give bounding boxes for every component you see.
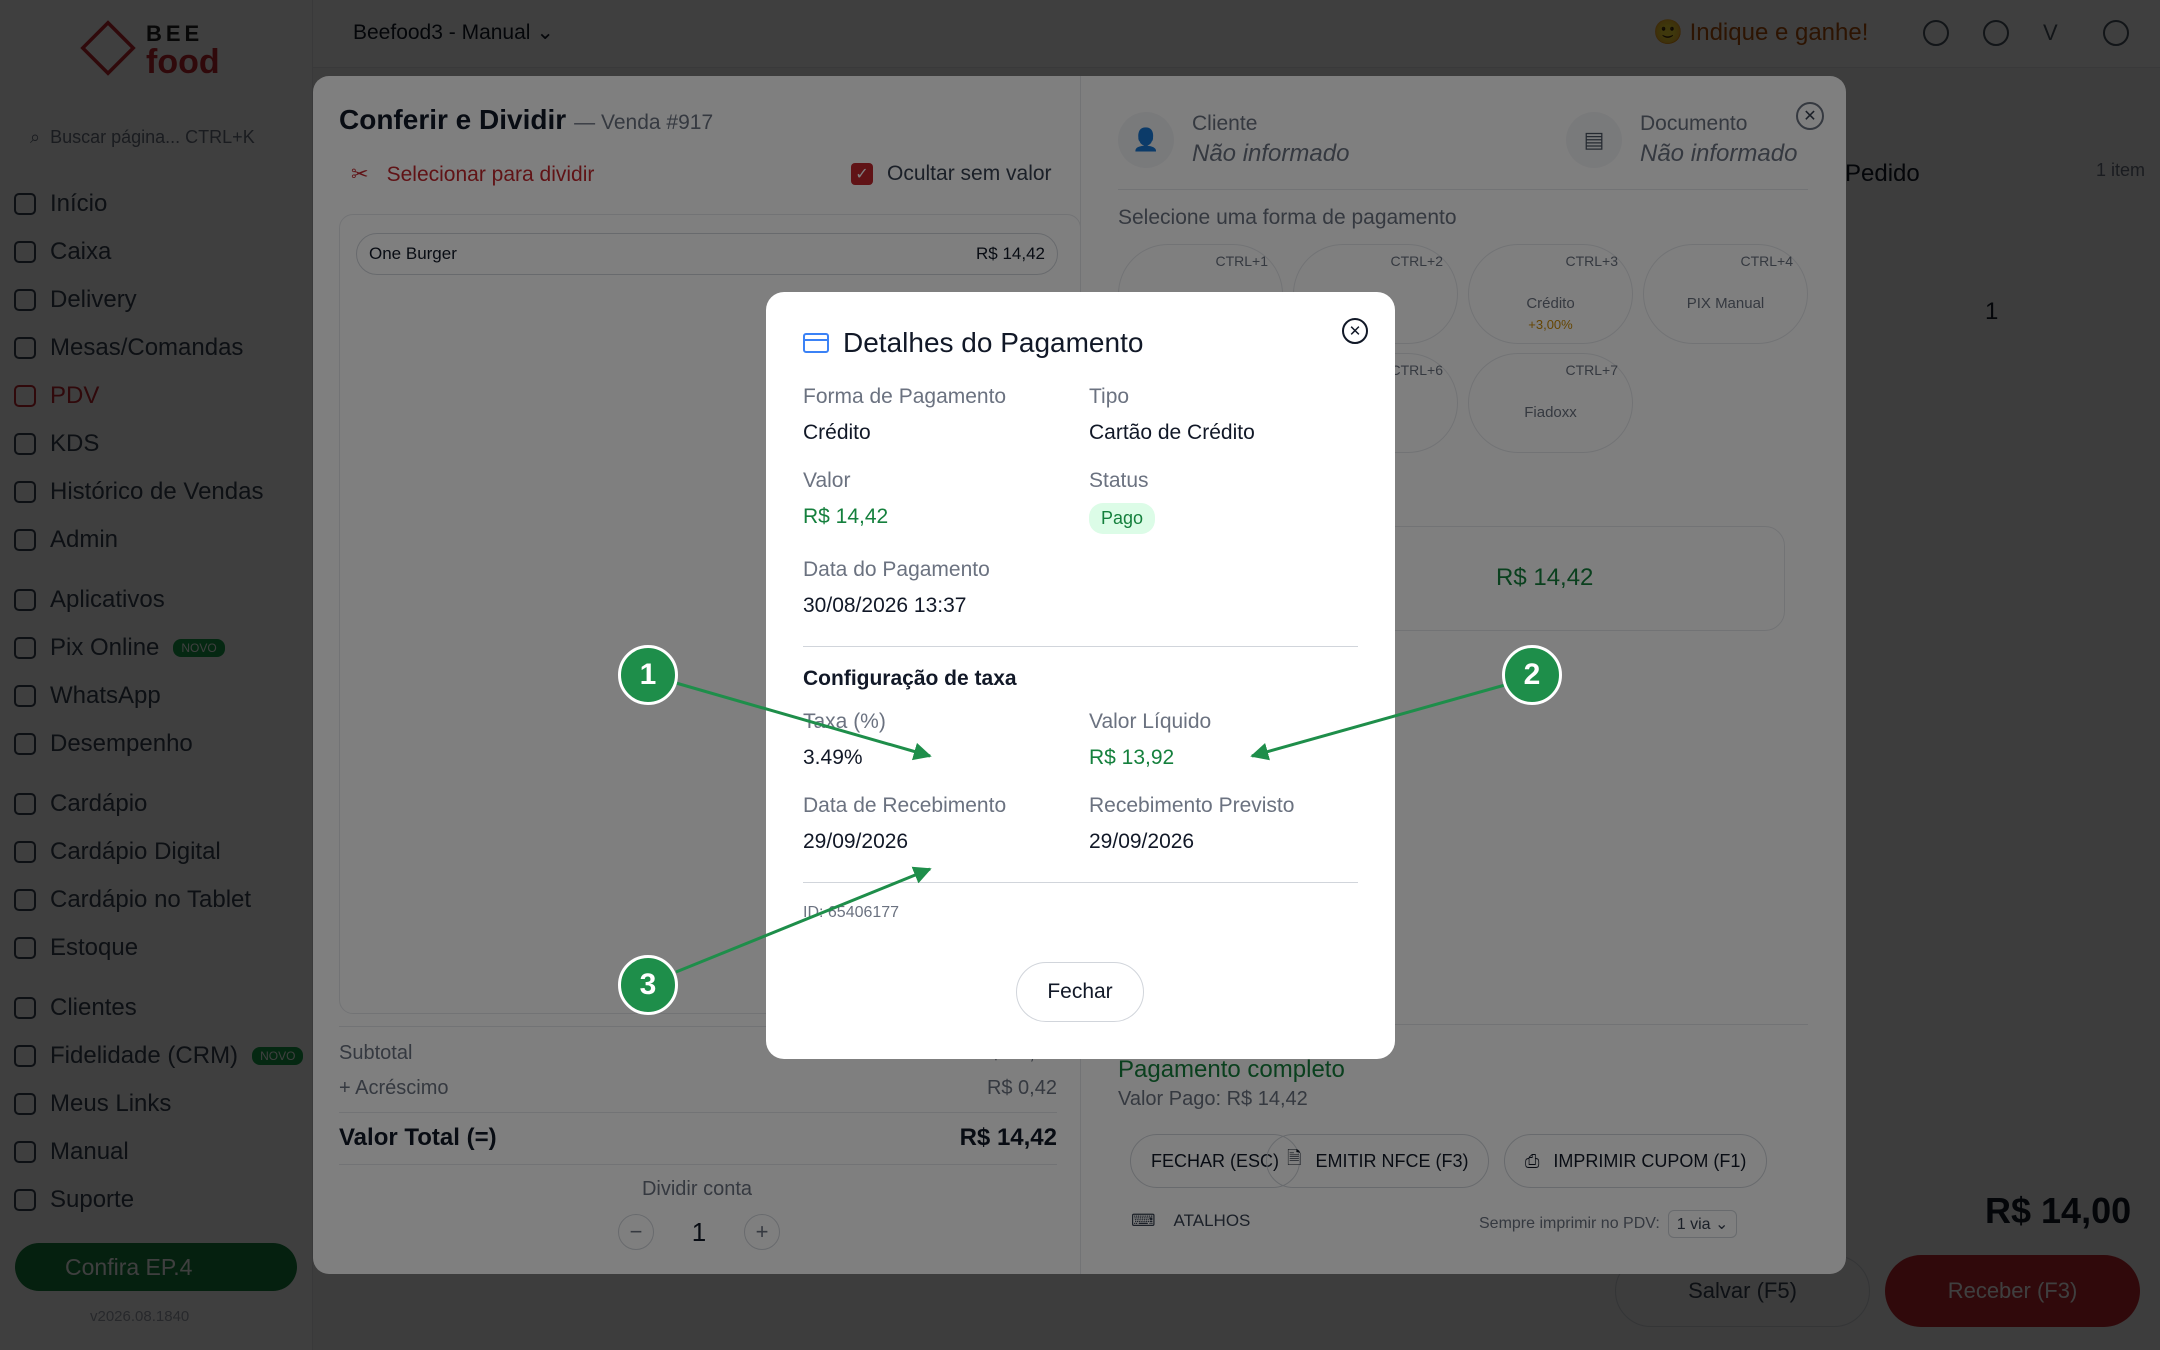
callout-2: 2 bbox=[1502, 645, 1562, 705]
callout-3: 3 bbox=[618, 955, 678, 1015]
arrow-2 bbox=[1250, 683, 1506, 761]
annotation-arrows bbox=[675, 681, 1506, 974]
arrow-1 bbox=[675, 681, 932, 761]
arrow-3 bbox=[675, 866, 932, 974]
callout-1: 1 bbox=[618, 645, 678, 705]
